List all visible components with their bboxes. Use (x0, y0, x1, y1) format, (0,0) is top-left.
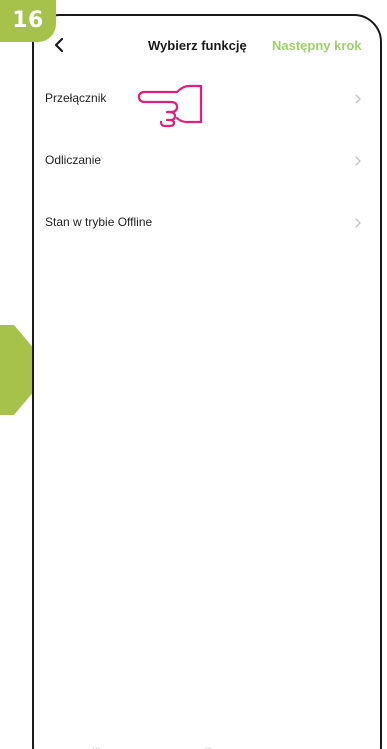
pointing-hand-icon (137, 84, 203, 128)
list-item-label: Stan w trybie Offline (45, 215, 153, 229)
step-badge: 16 (0, 0, 56, 42)
chevron-left-icon[interactable] (50, 35, 70, 55)
next-step-button[interactable]: Następny krok (272, 38, 362, 53)
screen-header: Wybierz funkcję Następny krok (34, 16, 380, 62)
function-list: Przełącznik Odliczanie Stan w trybie Off… (34, 68, 380, 254)
list-item-countdown[interactable]: Odliczanie (34, 130, 380, 192)
chevron-right-icon (355, 94, 361, 104)
page-title: Wybierz funkcję (148, 38, 247, 53)
list-item-offline-state[interactable]: Stan w trybie Offline (34, 192, 380, 254)
list-item-label: Odliczanie (45, 153, 102, 167)
phone-frame: Wybierz funkcję Następny krok Przełączni… (32, 14, 382, 749)
chevron-right-icon (355, 218, 361, 228)
step-number: 16 (12, 7, 44, 33)
chevron-right-icon (355, 156, 361, 166)
list-item-switch[interactable]: Przełącznik (34, 68, 380, 130)
instruction-figure: 16 Wybierz funkcję Następny krok Przełąc… (0, 0, 387, 749)
list-item-label: Przełącznik (45, 91, 107, 105)
